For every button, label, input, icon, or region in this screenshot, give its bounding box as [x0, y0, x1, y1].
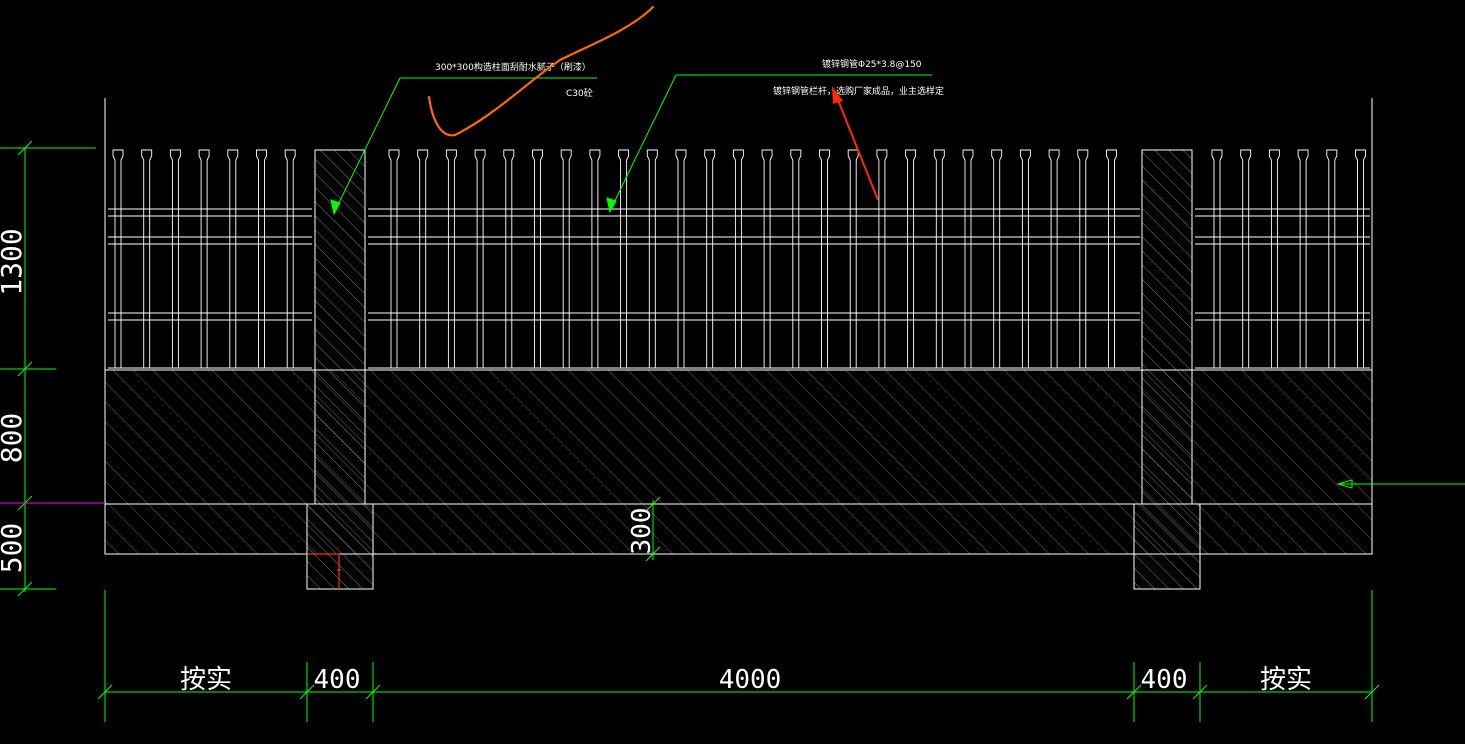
railing-picket [905, 149, 917, 368]
railing-picket [876, 149, 888, 368]
railing-picket [1048, 149, 1060, 368]
dim-300: 300 [627, 508, 657, 555]
dim-left-as-built: 按实 [180, 665, 232, 695]
railing-picket [227, 149, 239, 368]
railing-picket [112, 149, 124, 368]
dim-500: 500 [0, 523, 28, 574]
rail-note-text: 镀锌钢管栏杆，选购厂家成品，业主选样定 [773, 85, 944, 97]
railing-picket [790, 149, 802, 368]
railing-picket [761, 149, 773, 368]
footing-right [1133, 503, 1201, 590]
railing-picket [198, 149, 210, 368]
railing-picket [284, 149, 296, 368]
column-right [1141, 149, 1193, 505]
railing-picket [503, 149, 515, 368]
railing-picket [445, 149, 457, 368]
railing-picket [962, 149, 974, 368]
railing-picket [675, 149, 687, 368]
cad-drawing-canvas[interactable]: 1300 800 500 300 按实 400 4000 400 按实 300*… [0, 0, 1465, 744]
dim-400-left: 400 [314, 665, 361, 695]
dim-800: 800 [0, 413, 28, 464]
dim-400-right: 400 [1141, 665, 1188, 695]
railing-picket [1077, 149, 1089, 368]
column-note-leader [330, 77, 597, 216]
railing-picket [1211, 149, 1223, 368]
railing-picket [474, 149, 486, 368]
railing-picket [1297, 149, 1309, 368]
railing-picket [1355, 149, 1366, 368]
railing-picket [589, 149, 601, 368]
red-markup-arrow [832, 86, 879, 201]
railing-picket [560, 149, 572, 368]
column-note-text: 300*300构造柱面刮耐水腻子（刷漆） [435, 61, 591, 73]
railing-picket [532, 149, 543, 368]
dim-right-as-built: 按实 [1260, 665, 1312, 695]
horizontal-dimension-chain [97, 590, 1380, 722]
railing-picket [732, 149, 744, 368]
railing-picket [256, 149, 267, 368]
railing-picket [819, 149, 830, 368]
concrete-grade-text: C30砼 [566, 87, 593, 99]
footing-left [306, 503, 374, 590]
railing-picket [646, 149, 658, 368]
rail-pipe-text: 镀锌钢管Φ25*3.8@150 [822, 58, 922, 70]
foundation-strip [104, 503, 1373, 590]
railing-picket [169, 149, 181, 368]
dim-1300: 1300 [0, 228, 28, 295]
railing-picket [417, 149, 429, 368]
dim-4000: 4000 [719, 665, 782, 695]
railing-picket [933, 149, 945, 368]
railing-picket [141, 149, 153, 368]
railing-picket [1240, 149, 1252, 368]
railing-picket [704, 149, 716, 368]
railing-picket [388, 149, 400, 368]
railing-picket [991, 149, 1003, 368]
railing-picket [1106, 149, 1117, 368]
railing-picket [1019, 149, 1031, 368]
railing-picket [847, 149, 859, 368]
railing-picket [1326, 149, 1338, 368]
railing-picket [1268, 149, 1280, 368]
